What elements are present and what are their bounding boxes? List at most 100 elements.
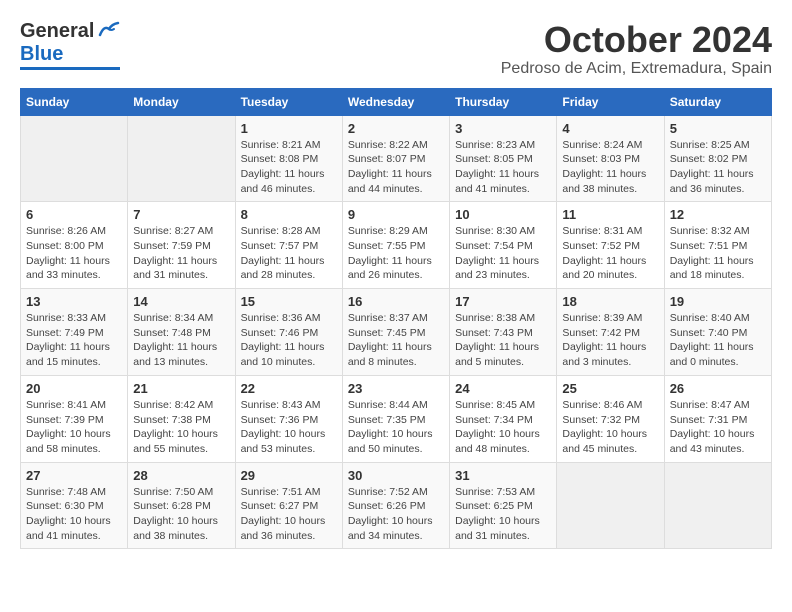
logo-blue-text: Blue [20, 43, 63, 66]
day-info: Sunrise: 7:51 AMSunset: 6:27 PMDaylight:… [241, 485, 337, 544]
cell-week3-day0: 13 Sunrise: 8:33 AMSunset: 7:49 PMDayligh… [21, 289, 128, 376]
day-number: 17 [455, 294, 551, 309]
day-number: 3 [455, 121, 551, 136]
day-info: Sunrise: 8:41 AMSunset: 7:39 PMDaylight:… [26, 398, 122, 457]
day-number: 23 [348, 381, 444, 396]
day-number: 22 [241, 381, 337, 396]
day-number: 14 [133, 294, 229, 309]
cell-week5-day1: 28 Sunrise: 7:50 AMSunset: 6:28 PMDayligh… [128, 462, 235, 549]
day-number: 26 [670, 381, 766, 396]
day-info: Sunrise: 8:29 AMSunset: 7:55 PMDaylight:… [348, 224, 444, 283]
day-number: 2 [348, 121, 444, 136]
day-number: 28 [133, 468, 229, 483]
day-number: 8 [241, 207, 337, 222]
day-info: Sunrise: 8:43 AMSunset: 7:36 PMDaylight:… [241, 398, 337, 457]
day-info: Sunrise: 8:42 AMSunset: 7:38 PMDaylight:… [133, 398, 229, 457]
header-saturday: Saturday [664, 88, 771, 115]
day-info: Sunrise: 7:50 AMSunset: 6:28 PMDaylight:… [133, 485, 229, 544]
header-wednesday: Wednesday [342, 88, 449, 115]
title-section: October 2024 Pedroso de Acim, Extremadur… [501, 20, 772, 78]
day-info: Sunrise: 7:52 AMSunset: 6:26 PMDaylight:… [348, 485, 444, 544]
cell-week1-day3: 2Sunrise: 8:22 AMSunset: 8:07 PMDaylight… [342, 115, 449, 202]
page-header: General Blue October 2024 Pedroso de Aci… [20, 20, 772, 78]
cell-week5-day6 [664, 462, 771, 549]
day-info: Sunrise: 8:46 AMSunset: 7:32 PMDaylight:… [562, 398, 658, 457]
cell-week2-day4: 10Sunrise: 8:30 AMSunset: 7:54 PMDayligh… [450, 202, 557, 289]
day-number: 21 [133, 381, 229, 396]
day-info: Sunrise: 8:27 AMSunset: 7:59 PMDaylight:… [133, 224, 229, 283]
header-thursday: Thursday [450, 88, 557, 115]
cell-week2-day2: 8 Sunrise: 8:28 AMSunset: 7:57 PMDaylight… [235, 202, 342, 289]
cell-week1-day4: 3 Sunrise: 8:23 AMSunset: 8:05 PMDaylight… [450, 115, 557, 202]
header-sunday: Sunday [21, 88, 128, 115]
week-row-2: 6 Sunrise: 8:26 AMSunset: 8:00 PMDaylight… [21, 202, 772, 289]
header-tuesday: Tuesday [235, 88, 342, 115]
cell-week1-day0 [21, 115, 128, 202]
day-info: Sunrise: 8:38 AMSunset: 7:43 PMDaylight:… [455, 311, 551, 370]
day-number: 31 [455, 468, 551, 483]
day-number: 19 [670, 294, 766, 309]
cell-week2-day5: 11Sunrise: 8:31 AMSunset: 7:52 PMDayligh… [557, 202, 664, 289]
day-info: Sunrise: 8:21 AMSunset: 8:08 PMDaylight:… [241, 138, 337, 197]
day-info: Sunrise: 8:26 AMSunset: 8:00 PMDaylight:… [26, 224, 122, 283]
month-title: October 2024 [501, 20, 772, 60]
day-number: 11 [562, 207, 658, 222]
day-number: 18 [562, 294, 658, 309]
cell-week3-day4: 17 Sunrise: 8:38 AMSunset: 7:43 PMDayligh… [450, 289, 557, 376]
calendar-body: 1Sunrise: 8:21 AMSunset: 8:08 PMDaylight… [21, 115, 772, 549]
cell-week5-day0: 27Sunrise: 7:48 AMSunset: 6:30 PMDayligh… [21, 462, 128, 549]
cell-week4-day3: 23Sunrise: 8:44 AMSunset: 7:35 PMDayligh… [342, 375, 449, 462]
day-number: 7 [133, 207, 229, 222]
cell-week4-day4: 24 Sunrise: 8:45 AMSunset: 7:34 PMDayligh… [450, 375, 557, 462]
cell-week2-day0: 6 Sunrise: 8:26 AMSunset: 8:00 PMDaylight… [21, 202, 128, 289]
day-number: 25 [562, 381, 658, 396]
day-number: 27 [26, 468, 122, 483]
week-row-4: 20Sunrise: 8:41 AMSunset: 7:39 PMDayligh… [21, 375, 772, 462]
day-info: Sunrise: 8:24 AMSunset: 8:03 PMDaylight:… [562, 138, 658, 197]
logo-general-text: General [20, 20, 94, 43]
cell-week3-day2: 15Sunrise: 8:36 AMSunset: 7:46 PMDayligh… [235, 289, 342, 376]
cell-week1-day2: 1Sunrise: 8:21 AMSunset: 8:08 PMDaylight… [235, 115, 342, 202]
day-number: 4 [562, 121, 658, 136]
calendar-table: Sunday Monday Tuesday Wednesday Thursday… [20, 88, 772, 550]
week-row-3: 13 Sunrise: 8:33 AMSunset: 7:49 PMDayligh… [21, 289, 772, 376]
day-info: Sunrise: 8:30 AMSunset: 7:54 PMDaylight:… [455, 224, 551, 283]
day-info: Sunrise: 8:34 AMSunset: 7:48 PMDaylight:… [133, 311, 229, 370]
header-monday: Monday [128, 88, 235, 115]
cell-week2-day3: 9Sunrise: 8:29 AMSunset: 7:55 PMDaylight… [342, 202, 449, 289]
cell-week1-day6: 5Sunrise: 8:25 AMSunset: 8:02 PMDaylight… [664, 115, 771, 202]
week-row-1: 1Sunrise: 8:21 AMSunset: 8:08 PMDaylight… [21, 115, 772, 202]
cell-week1-day1 [128, 115, 235, 202]
cell-week4-day5: 25 Sunrise: 8:46 AMSunset: 7:32 PMDayligh… [557, 375, 664, 462]
day-number: 24 [455, 381, 551, 396]
day-number: 6 [26, 207, 122, 222]
week-row-5: 27Sunrise: 7:48 AMSunset: 6:30 PMDayligh… [21, 462, 772, 549]
cell-week3-day6: 19Sunrise: 8:40 AMSunset: 7:40 PMDayligh… [664, 289, 771, 376]
day-number: 29 [241, 468, 337, 483]
day-number: 30 [348, 468, 444, 483]
day-info: Sunrise: 8:45 AMSunset: 7:34 PMDaylight:… [455, 398, 551, 457]
day-info: Sunrise: 8:36 AMSunset: 7:46 PMDaylight:… [241, 311, 337, 370]
logo-underline [20, 67, 120, 70]
day-info: Sunrise: 8:23 AMSunset: 8:05 PMDaylight:… [455, 138, 551, 197]
day-info: Sunrise: 8:47 AMSunset: 7:31 PMDaylight:… [670, 398, 766, 457]
cell-week4-day6: 26 Sunrise: 8:47 AMSunset: 7:31 PMDayligh… [664, 375, 771, 462]
location: Pedroso de Acim, Extremadura, Spain [501, 60, 772, 78]
cell-week2-day1: 7 Sunrise: 8:27 AMSunset: 7:59 PMDaylight… [128, 202, 235, 289]
cell-week5-day5 [557, 462, 664, 549]
header-friday: Friday [557, 88, 664, 115]
day-number: 13 [26, 294, 122, 309]
day-info: Sunrise: 8:28 AMSunset: 7:57 PMDaylight:… [241, 224, 337, 283]
day-info: Sunrise: 7:53 AMSunset: 6:25 PMDaylight:… [455, 485, 551, 544]
cell-week1-day5: 4 Sunrise: 8:24 AMSunset: 8:03 PMDaylight… [557, 115, 664, 202]
cell-week4-day0: 20Sunrise: 8:41 AMSunset: 7:39 PMDayligh… [21, 375, 128, 462]
day-info: Sunrise: 8:39 AMSunset: 7:42 PMDaylight:… [562, 311, 658, 370]
cell-week4-day1: 21 Sunrise: 8:42 AMSunset: 7:38 PMDayligh… [128, 375, 235, 462]
logo: General Blue [20, 20, 120, 70]
day-number: 12 [670, 207, 766, 222]
cell-week5-day3: 30 Sunrise: 7:52 AMSunset: 6:26 PMDayligh… [342, 462, 449, 549]
cell-week4-day2: 22 Sunrise: 8:43 AMSunset: 7:36 PMDayligh… [235, 375, 342, 462]
day-number: 5 [670, 121, 766, 136]
day-info: Sunrise: 8:32 AMSunset: 7:51 PMDaylight:… [670, 224, 766, 283]
day-info: Sunrise: 8:33 AMSunset: 7:49 PMDaylight:… [26, 311, 122, 370]
